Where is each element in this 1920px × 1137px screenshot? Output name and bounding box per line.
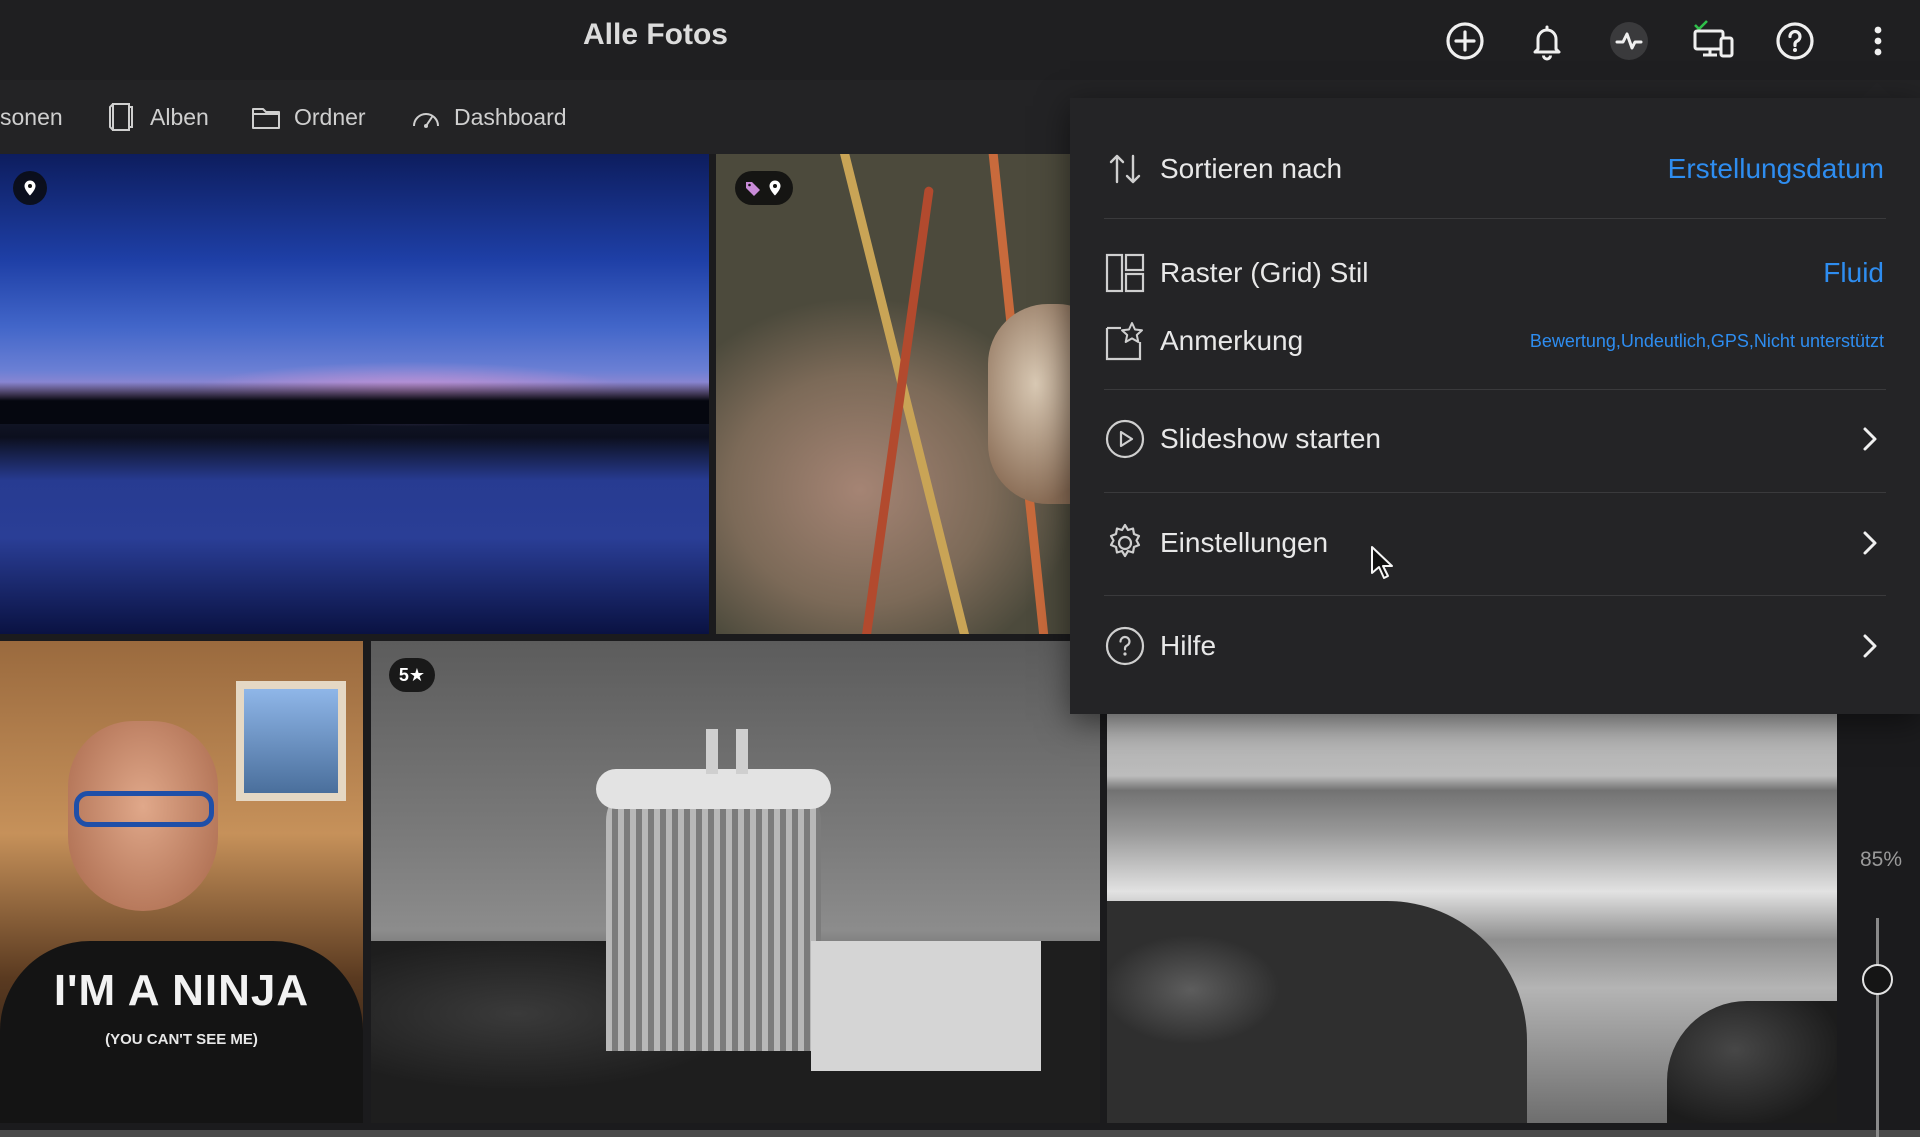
nav-item-label: Alben — [150, 103, 209, 130]
options-menu: Sortieren nach Erstellungsdatum Raster (… — [1070, 98, 1920, 714]
chevron-right-icon — [1863, 634, 1877, 658]
menu-divider — [1104, 492, 1886, 493]
nav-item-dashboard[interactable]: Dashboard — [410, 94, 567, 140]
photo-content — [606, 781, 821, 1051]
chevron-wrap — [1856, 425, 1884, 453]
photo-thumbnail[interactable] — [0, 154, 709, 634]
gear-icon — [1109, 523, 1141, 558]
photo-thumbnail[interactable]: 5★ — [371, 641, 1100, 1123]
nav-item-ordner[interactable]: Ordner — [250, 94, 366, 140]
menu-item-annotation[interactable]: Anmerkung Bewertung,Undeutlich,GPS,Nicht… — [1104, 316, 1884, 366]
help-icon-wrap — [1104, 625, 1146, 667]
menu-item-slideshow[interactable]: Slideshow starten — [1104, 414, 1884, 464]
star-frame-icon — [1105, 322, 1143, 361]
menu-divider — [1104, 595, 1886, 596]
menu-item-label: Raster (Grid) Stil — [1160, 257, 1369, 288]
dashboard-gauge-icon — [413, 113, 439, 128]
more-menu-button[interactable] — [1851, 14, 1905, 68]
menu-divider — [1104, 218, 1886, 219]
menu-item-label: Sortieren nach — [1160, 153, 1343, 184]
menu-item-sort[interactable]: Sortieren nach Erstellungsdatum — [1104, 144, 1884, 194]
location-pin-icon — [24, 180, 36, 196]
grid-layout-icon — [1105, 253, 1145, 293]
chevron-right-icon — [1863, 427, 1877, 451]
photo-content — [988, 304, 1076, 504]
sort-arrows-icon — [1109, 154, 1141, 184]
menu-item-help[interactable]: Hilfe — [1104, 621, 1884, 671]
devices-button[interactable] — [1686, 14, 1740, 68]
add-button[interactable] — [1438, 14, 1492, 68]
activity-icon — [1610, 22, 1648, 60]
notifications-button[interactable] — [1520, 14, 1574, 68]
menu-item-label: Slideshow starten — [1160, 423, 1382, 454]
next-row-preview — [0, 1130, 1920, 1137]
help-circle-icon — [1105, 626, 1145, 666]
album-icon — [109, 103, 133, 131]
folder-icon — [252, 108, 280, 129]
photo-thumbnail[interactable]: I'M A NINJA (YOU CAN'T SEE ME) — [0, 641, 363, 1123]
zoom-level-label: 85% — [1859, 848, 1903, 871]
page-title: Alle Fotos — [582, 18, 728, 51]
photo-content — [706, 729, 718, 774]
nav-item-alben[interactable]: Alben — [106, 94, 209, 140]
menu-divider — [1104, 389, 1886, 390]
shirt-print-sub: (YOU CAN'T SEE ME) — [105, 1031, 258, 1048]
chevron-right-icon — [1863, 531, 1877, 555]
help-button[interactable] — [1768, 14, 1822, 68]
annotation-value[interactable]: Bewertung,Undeutlich,GPS,Nicht unterstüt… — [1530, 331, 1884, 352]
add-circle-icon — [1446, 22, 1484, 60]
photo-content — [847, 186, 934, 634]
photo-thumbnail[interactable] — [716, 154, 1076, 634]
slideshow-icon-wrap — [1104, 418, 1146, 460]
menu-item-label: Hilfe — [1160, 630, 1217, 661]
settings-icon-wrap — [1104, 522, 1146, 564]
play-circle-icon — [1105, 419, 1145, 459]
rating-badge: 5★ — [389, 658, 435, 692]
grid-icon-wrap — [1104, 252, 1146, 294]
bell-icon — [1533, 25, 1561, 61]
photo-content — [1667, 1001, 1837, 1123]
nav-item-label: Dashboard — [454, 103, 567, 130]
nav-item-personen[interactable]: sonen — [0, 94, 63, 140]
sort-icon-wrap — [1104, 148, 1146, 190]
menu-item-label: Anmerkung — [1160, 325, 1304, 356]
mouse-cursor-icon — [1371, 546, 1393, 579]
menu-caret — [1860, 82, 1894, 99]
more-vertical-icon — [1874, 26, 1882, 56]
photo-content — [1107, 901, 1527, 1123]
menu-item-grid-style[interactable]: Raster (Grid) Stil Fluid — [1104, 248, 1884, 298]
activity-button[interactable] — [1602, 14, 1656, 68]
devices-icon — [1693, 20, 1734, 58]
photo-content — [811, 941, 1041, 1071]
location-pin-icon — [769, 180, 781, 196]
app-window: Alle Fotos sonen Alben Ordner Dashboard … — [0, 0, 1920, 1137]
grid-style-value[interactable]: Fluid — [1823, 257, 1884, 289]
photo-content — [0, 382, 709, 424]
location-badge — [13, 171, 47, 205]
menu-item-settings[interactable]: Einstellungen — [1104, 518, 1884, 568]
sort-value[interactable]: Erstellungsdatum — [1668, 153, 1884, 185]
help-circle-icon — [1776, 22, 1814, 60]
nav-item-label: Ordner — [294, 103, 366, 130]
menu-item-label: Einstellungen — [1160, 527, 1329, 558]
nav-item-label: sonen — [0, 103, 63, 130]
chevron-wrap — [1856, 529, 1884, 557]
photo-content — [596, 769, 831, 809]
top-bar: Alle Fotos — [0, 0, 1920, 80]
photo-content — [74, 791, 214, 827]
photo-content — [736, 729, 748, 774]
photo-content — [236, 681, 346, 801]
shirt-print: I'M A NINJA — [53, 966, 310, 1015]
zoom-slider-handle[interactable] — [1862, 964, 1893, 995]
tag-icon — [746, 182, 760, 196]
annotation-icon-wrap — [1104, 320, 1146, 362]
tag-location-badge — [735, 171, 793, 205]
chevron-wrap — [1856, 632, 1884, 660]
zoom-slider-track[interactable] — [1876, 918, 1879, 1137]
